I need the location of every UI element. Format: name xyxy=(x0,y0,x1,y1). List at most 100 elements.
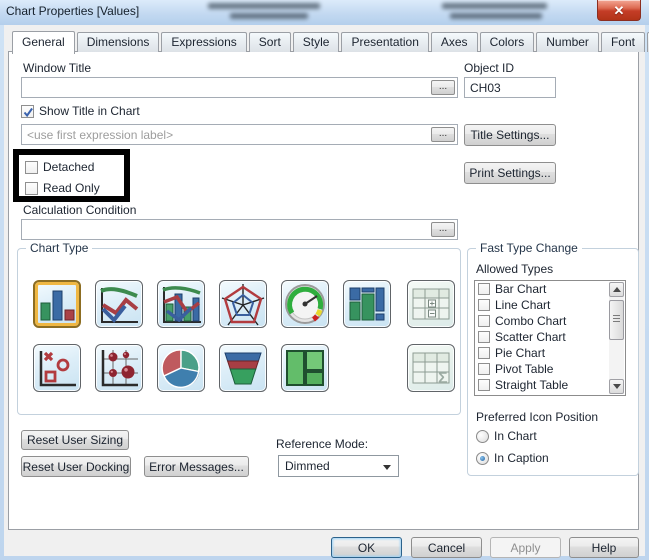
straight-table-icon[interactable]: Σ xyxy=(407,344,455,392)
chart-type-group: Chart Type Σ xyxy=(17,241,461,415)
window-title-browse-button[interactable]: ... xyxy=(431,80,455,95)
pivot-table-checkbox[interactable] xyxy=(478,363,490,375)
tab-colors[interactable]: Colors xyxy=(479,32,535,52)
ok-button[interactable]: OK xyxy=(331,537,402,558)
grid-chart-icon[interactable] xyxy=(95,344,143,392)
detached-checkbox[interactable] xyxy=(25,160,38,174)
tab-bar: General Dimensions Expressions Sort Styl… xyxy=(12,31,649,54)
in-chart-radio[interactable] xyxy=(476,429,489,443)
allowed-type-row[interactable]: Pivot Table xyxy=(475,361,625,377)
tab-sort[interactable]: Sort xyxy=(248,32,291,52)
footer: OK Cancel Apply Help xyxy=(4,531,645,558)
read-only-checkbox[interactable] xyxy=(25,181,38,195)
line-chart-icon[interactable] xyxy=(95,280,143,328)
allowed-type-row[interactable]: Straight Table xyxy=(475,377,625,393)
background-blur xyxy=(230,13,308,19)
background-blur xyxy=(208,3,320,9)
listbox-scrollbar[interactable] xyxy=(609,282,624,394)
chart-properties-dialog: Chart Properties [Values] ✕ General Dime… xyxy=(0,0,649,560)
help-button[interactable]: Help xyxy=(569,537,639,558)
bar-chart-icon[interactable] xyxy=(33,280,81,328)
window-border-left xyxy=(0,25,4,560)
arrow-up-icon xyxy=(612,287,621,292)
allowed-type-row[interactable]: Pie Chart xyxy=(475,345,625,361)
reset-user-sizing-button[interactable]: Reset User Sizing xyxy=(21,430,129,450)
object-id-label: Object ID xyxy=(464,61,515,75)
bar-chart-checkbox[interactable] xyxy=(478,283,490,295)
error-messages-button[interactable]: Error Messages... xyxy=(144,456,249,477)
calculation-condition-label: Calculation Condition xyxy=(23,203,137,217)
detached-label: Detached xyxy=(43,160,95,174)
allowed-types-listbox[interactable]: Bar Chart Line Chart Combo Chart Scatter… xyxy=(474,280,626,396)
title-expression-browse-button[interactable]: ... xyxy=(431,127,455,142)
pie-chart-icon[interactable] xyxy=(157,344,205,392)
combo-chart-icon[interactable] xyxy=(157,280,205,328)
window-title-label: Window Title xyxy=(23,61,92,75)
scatter-chart-checkbox[interactable] xyxy=(478,331,490,343)
read-only-label: Read Only xyxy=(43,181,100,195)
detached-checkbox-row[interactable]: Detached xyxy=(25,160,94,174)
title-bar[interactable]: Chart Properties [Values] ✕ xyxy=(0,0,649,25)
tab-axes[interactable]: Axes xyxy=(430,32,478,52)
pie-chart-checkbox[interactable] xyxy=(478,347,490,359)
cancel-button[interactable]: Cancel xyxy=(411,537,482,558)
title-settings-button[interactable]: Title Settings... xyxy=(464,124,556,146)
allowed-type-row[interactable]: Scatter Chart xyxy=(475,329,625,345)
object-id-input[interactable]: CH03 xyxy=(464,77,556,98)
print-settings-button[interactable]: Print Settings... xyxy=(464,162,556,184)
gauge-chart-icon[interactable] xyxy=(281,280,329,328)
allowed-types-label: Allowed Types xyxy=(476,262,554,276)
chart-type-legend: Chart Type xyxy=(26,241,93,255)
radar-chart-icon[interactable] xyxy=(219,280,267,328)
line-chart-checkbox[interactable] xyxy=(478,299,490,311)
block-chart-icon[interactable] xyxy=(281,344,329,392)
tab-expressions[interactable]: Expressions xyxy=(161,32,247,52)
svg-text:Σ: Σ xyxy=(438,370,448,387)
allowed-type-row[interactable]: Combo Chart xyxy=(475,313,625,329)
tab-font[interactable]: Font xyxy=(600,32,645,52)
background-blur xyxy=(450,13,542,19)
arrow-down-icon xyxy=(612,384,621,389)
in-caption-radio-row[interactable]: In Caption xyxy=(476,451,549,465)
scroll-up-button[interactable] xyxy=(609,282,624,297)
grip-icon xyxy=(613,315,620,322)
title-expression-input[interactable]: <use first expression label> ... xyxy=(21,124,458,145)
show-title-label: Show Title in Chart xyxy=(39,104,140,118)
pivot-table-icon[interactable] xyxy=(407,280,455,328)
window-title-input[interactable]: ... xyxy=(21,77,458,98)
straight-table-checkbox[interactable] xyxy=(478,379,490,391)
reference-mode-dropdown[interactable]: Dimmed xyxy=(278,455,399,477)
show-title-checkbox-row[interactable]: Show Title in Chart xyxy=(21,104,140,118)
fast-type-change-legend: Fast Type Change xyxy=(476,241,582,255)
close-button[interactable]: ✕ xyxy=(597,0,641,21)
in-caption-radio[interactable] xyxy=(476,451,489,465)
tab-dimensions[interactable]: Dimensions xyxy=(76,32,160,52)
in-chart-radio-row[interactable]: In Chart xyxy=(476,429,537,443)
background-blur xyxy=(442,3,547,9)
close-icon: ✕ xyxy=(613,2,625,18)
allowed-type-row[interactable]: Bar Chart xyxy=(475,281,625,297)
scrollbar-thumb[interactable] xyxy=(609,300,624,340)
dialog-title: Chart Properties [Values] xyxy=(6,4,140,18)
tab-general[interactable]: General xyxy=(12,31,75,54)
apply-button[interactable]: Apply xyxy=(490,537,561,558)
allowed-type-row[interactable]: Line Chart xyxy=(475,297,625,313)
reference-mode-label: Reference Mode: xyxy=(276,437,369,451)
general-tab-panel: Window Title ... Object ID CH03 Show Tit… xyxy=(8,51,639,530)
dropdown-arrow-icon xyxy=(383,465,391,470)
funnel-chart-icon[interactable] xyxy=(219,344,267,392)
tab-style[interactable]: Style xyxy=(292,32,340,52)
fast-type-change-group: Fast Type Change Allowed Types Bar Chart… xyxy=(467,241,639,476)
scatter-chart-icon[interactable] xyxy=(33,344,81,392)
tab-presentation[interactable]: Presentation xyxy=(341,32,429,52)
combo-chart-checkbox[interactable] xyxy=(478,315,490,327)
scroll-down-button[interactable] xyxy=(609,379,624,394)
reset-user-docking-button[interactable]: Reset User Docking xyxy=(21,456,131,477)
mekko-chart-icon[interactable] xyxy=(343,280,391,328)
read-only-checkbox-row[interactable]: Read Only xyxy=(25,181,100,195)
show-title-checkbox[interactable] xyxy=(21,104,34,118)
tab-number[interactable]: Number xyxy=(536,32,599,52)
calculation-condition-input[interactable]: ... xyxy=(21,219,458,240)
preferred-icon-position-label: Preferred Icon Position xyxy=(476,410,599,424)
calculation-condition-browse-button[interactable]: ... xyxy=(431,222,455,237)
